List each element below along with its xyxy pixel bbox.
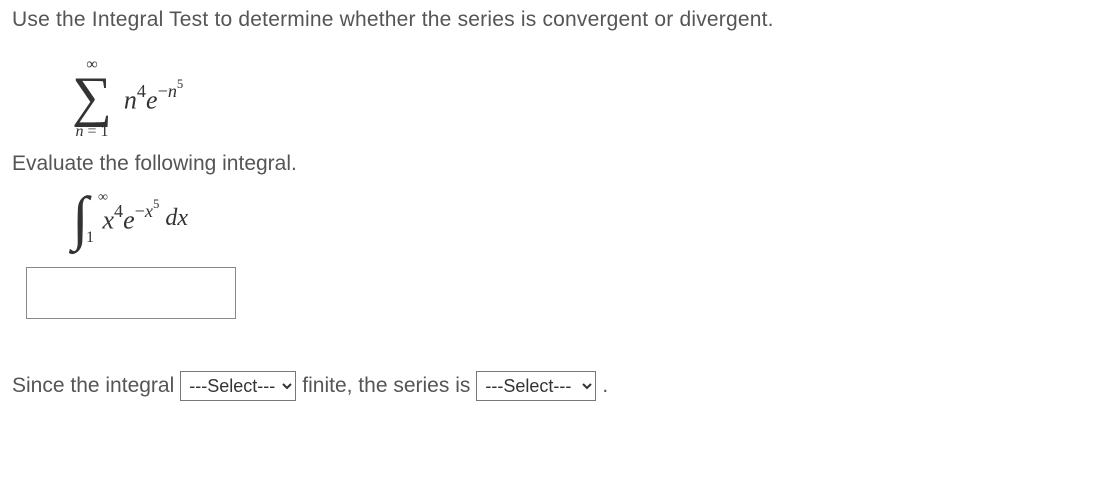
finite-select[interactable]: ---Select--- is is not xyxy=(180,371,296,401)
conclusion-period: . xyxy=(602,374,608,398)
series-expression: ∞ ∑ n = 1 n4e−n5 xyxy=(72,50,1092,140)
integrand: x4e−x5 xyxy=(102,201,159,236)
integral-upper-bound: ∞ xyxy=(98,190,108,206)
question-prompt: Use the Integral Test to determine wheth… xyxy=(12,8,1092,32)
conclusion-sentence: Since the integral ---Select--- is is no… xyxy=(12,371,1092,401)
conclusion-text-2: finite, the series is xyxy=(302,374,470,398)
convergence-select[interactable]: ---Select--- convergent divergent xyxy=(476,371,596,401)
series-term: n4e−n5 xyxy=(124,81,183,116)
evaluate-prompt: Evaluate the following integral. xyxy=(12,152,1092,176)
conclusion-text-1: Since the integral xyxy=(12,374,174,398)
integral-lower-bound: 1 xyxy=(86,229,94,247)
integral-answer-input[interactable] xyxy=(26,267,236,319)
integral-expression: ∞ ∫ 1 x4e−x5 dx xyxy=(72,196,188,241)
integral-dx: dx xyxy=(165,205,188,232)
sigma-symbol: ∑ xyxy=(72,75,112,120)
sigma-lower-bound: n = 1 xyxy=(75,124,108,140)
